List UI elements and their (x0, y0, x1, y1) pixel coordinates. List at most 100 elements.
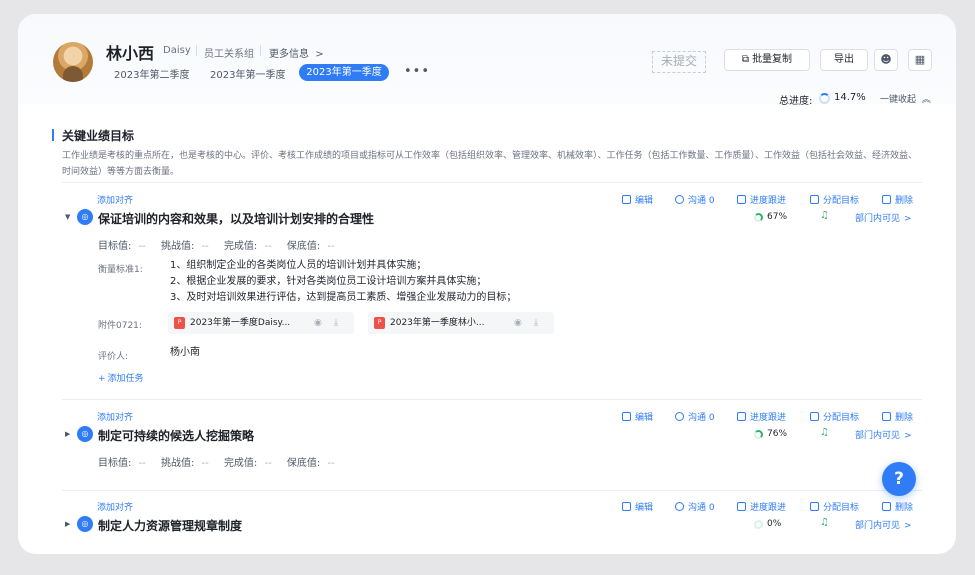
goal-percent: 0% (767, 519, 782, 529)
delete-button[interactable]: 删除 (882, 500, 913, 513)
divider (62, 182, 922, 183)
bell-icon[interactable]: ♫ (820, 210, 829, 221)
goal-title[interactable]: 制定人力资源管理规章制度 (98, 517, 242, 534)
chevron-right-icon: > (315, 49, 324, 60)
actual-value: -- (264, 458, 272, 469)
chat-icon (675, 195, 684, 204)
track-icon (737, 502, 746, 511)
communicate-label: 沟通 0 (688, 196, 715, 206)
profile-header (18, 14, 956, 104)
bell-icon[interactable]: ♫ (820, 427, 829, 438)
visibility-dropdown[interactable]: 部门内可见 > (855, 211, 912, 224)
metrics-row: 目标值: -- 挑战值: -- 完成值: -- 保底值: -- (98, 454, 335, 469)
attachment-file[interactable]: P 2023年第一季度林小... ◉ ⤓ (368, 312, 554, 334)
layout-icon[interactable]: ▦ (908, 49, 932, 71)
assign-goal-button[interactable]: 分配目标 (810, 193, 859, 206)
attachment-label: 附件0721: (98, 321, 142, 331)
delete-label: 删除 (895, 196, 914, 206)
criteria-item: 2、根据企业发展的要求，针对各类岗位员工设计培训方案并具体实施； (170, 276, 487, 287)
add-alignment-link[interactable]: 添加对齐 (97, 193, 133, 206)
communicate-button[interactable]: 沟通 0 (675, 500, 715, 513)
visibility-dropdown[interactable]: 部门内可见 > (855, 518, 912, 531)
goal-title[interactable]: 保证培训的内容和效果，以及培训计划安排的合理性 (98, 210, 374, 227)
track-progress-button[interactable]: 进度跟进 (737, 410, 786, 423)
batch-copy-label: 批量复制 (752, 54, 793, 65)
tab-period-2[interactable]: 2023年第一季度 (210, 66, 285, 81)
criteria-item: 3、及时对培训效果进行评估，达到提高员工素质、增强企业发展动力的目标； (170, 292, 517, 303)
edit-button[interactable]: 编辑 (622, 500, 653, 513)
status-stamp: 未提交 (652, 51, 706, 73)
add-alignment-link[interactable]: 添加对齐 (97, 500, 133, 513)
challenge-value: -- (201, 458, 209, 469)
edit-label: 编辑 (635, 196, 654, 206)
assign-goal-button[interactable]: 分配目标 (810, 410, 859, 423)
more-dots-icon[interactable]: ••• (404, 64, 430, 79)
chat-icon (675, 412, 684, 421)
communicate-button[interactable]: 沟通 0 (675, 410, 715, 423)
reviewer-name: 杨小南 (170, 347, 200, 358)
divider (62, 399, 922, 400)
preview-icon[interactable]: ◉ (514, 312, 522, 334)
delete-button[interactable]: 删除 (882, 410, 913, 423)
track-progress-button[interactable]: 进度跟进 (737, 193, 786, 206)
total-progress-value: 14.7% (834, 92, 866, 103)
delete-button[interactable]: 删除 (882, 193, 913, 206)
edit-label: 编辑 (635, 413, 654, 423)
visibility-label: 部门内可见 (855, 214, 901, 224)
actual-value: -- (264, 241, 272, 252)
assign-label: 分配目标 (823, 413, 860, 423)
edit-button[interactable]: 编辑 (622, 410, 653, 423)
edit-icon (622, 502, 631, 511)
export-button[interactable]: 导出 (820, 49, 868, 71)
section-description: 工作业绩是考核的重点所在，也是考核的中心。评价、考核工作成绩的项目或指标可从工作… (62, 151, 918, 177)
divider (196, 45, 197, 56)
tab-period-active[interactable]: 2023年第一季度 (299, 64, 389, 81)
assign-goal-button[interactable]: 分配目标 (810, 500, 859, 513)
metrics-row: 目标值: -- 挑战值: -- 完成值: -- 保底值: -- (98, 237, 335, 252)
edit-button[interactable]: 编辑 (622, 193, 653, 206)
add-task-button[interactable]: + 添加任务 (98, 371, 144, 384)
goal-title[interactable]: 制定可持续的候选人挖掘策略 (98, 427, 254, 444)
help-button[interactable]: ? (882, 462, 916, 496)
track-icon (737, 195, 746, 204)
add-alignment-link[interactable]: 添加对齐 (97, 410, 133, 423)
attachment-file[interactable]: P 2023年第一季度Daisy... ◉ ⤓ (168, 312, 354, 334)
challenge-label: 挑战值: (160, 241, 195, 252)
more-info-label: 更多信息 (269, 49, 309, 60)
caret-down-icon[interactable]: ▼ (65, 213, 70, 221)
chevron-right-icon: > (904, 214, 912, 224)
target-label: 目标值: (98, 241, 132, 252)
actual-label: 完成值: (223, 458, 258, 469)
caret-right-icon[interactable]: ▶ (65, 520, 70, 528)
add-task-label: 添加任务 (107, 374, 144, 384)
floor-value: -- (327, 241, 335, 252)
goal-icon: ◎ (77, 209, 93, 225)
caret-right-icon[interactable]: ▶ (65, 430, 70, 438)
goal-icon: ◎ (77, 426, 93, 442)
download-icon[interactable]: ⤓ (534, 312, 538, 334)
trash-icon (882, 412, 891, 421)
batch-copy-button[interactable]: ⧉ 批量复制 (724, 49, 810, 71)
assign-icon (810, 195, 819, 204)
attachment-name: 2023年第一季度林小... (390, 318, 485, 328)
communicate-button[interactable]: 沟通 0 (675, 193, 715, 206)
user-icon[interactable]: ☻ (874, 49, 898, 71)
challenge-value: -- (201, 241, 209, 252)
employee-name: 林小西 (106, 44, 155, 63)
reviewer-label: 评价人: (98, 352, 129, 362)
floor-label: 保底值: (286, 458, 321, 469)
collapse-all-button[interactable]: 一键收起 ︽ (880, 92, 931, 105)
tab-period-1[interactable]: 2023年第二季度 (114, 66, 189, 81)
track-label: 进度跟进 (750, 196, 787, 206)
track-label: 进度跟进 (750, 503, 787, 513)
more-info-link[interactable]: 更多信息 > (269, 45, 324, 60)
assign-label: 分配目标 (823, 503, 860, 513)
visibility-dropdown[interactable]: 部门内可见 > (855, 428, 912, 441)
bell-icon[interactable]: ♫ (820, 517, 829, 528)
delete-label: 删除 (895, 503, 914, 513)
preview-icon[interactable]: ◉ (314, 312, 322, 334)
track-progress-button[interactable]: 进度跟进 (737, 500, 786, 513)
download-icon[interactable]: ⤓ (334, 312, 338, 334)
criteria-item: 1、组织制定企业的各类岗位人员的培训计划并具体实施； (170, 260, 427, 271)
pdf-icon: P (174, 317, 185, 329)
